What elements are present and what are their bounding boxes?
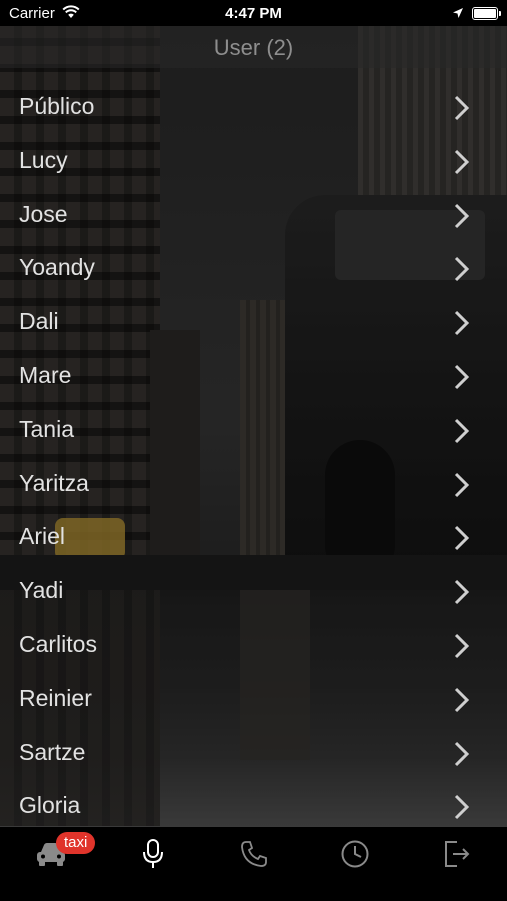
list-item[interactable]: Público: [0, 80, 507, 134]
tab-phone[interactable]: [234, 839, 274, 873]
chevron-right-icon: [452, 793, 472, 826]
clock-time: 4:47 PM: [225, 5, 282, 22]
user-name: Carlitos: [19, 630, 97, 657]
page-title: User (2): [213, 35, 294, 60]
list-item[interactable]: Dali: [0, 295, 507, 349]
tab-microphone[interactable]: [133, 838, 173, 875]
status-bar: Carrier 4:47 PM: [0, 0, 507, 26]
chevron-right-icon: [452, 632, 472, 665]
chevron-right-icon: [452, 309, 472, 342]
list-item[interactable]: Jose: [0, 188, 507, 242]
chevron-right-icon: [452, 578, 472, 611]
tab-logout[interactable]: [436, 839, 476, 873]
microphone-icon: [140, 838, 166, 875]
chevron-right-icon: [452, 202, 472, 235]
list-item[interactable]: Lucy: [0, 134, 507, 188]
user-name: Yaritza: [19, 469, 89, 496]
chevron-right-icon: [452, 363, 472, 396]
user-name: Ariel: [19, 523, 66, 550]
history-clock-icon: [340, 839, 370, 874]
chevron-right-icon: [452, 148, 472, 181]
chevron-right-icon: [452, 740, 472, 773]
chevron-right-icon: [452, 255, 472, 288]
list-item[interactable]: Sartze: [0, 726, 507, 780]
tab-history[interactable]: [335, 839, 375, 873]
user-name: Dali: [19, 308, 59, 335]
taxi-badge: taxi: [56, 832, 96, 854]
tab-bar: taxi: [0, 826, 507, 901]
user-name: Jose: [19, 200, 68, 227]
list-item[interactable]: Carlitos: [0, 618, 507, 672]
user-name: Sartze: [19, 738, 86, 765]
list-item[interactable]: Mare: [0, 349, 507, 403]
chevron-right-icon: [452, 524, 472, 557]
chevron-right-icon: [452, 94, 472, 127]
list-item[interactable]: Ariel: [0, 510, 507, 564]
user-name: Mare: [19, 361, 72, 388]
user-name: Yadi: [19, 577, 64, 604]
list-item[interactable]: Tania: [0, 403, 507, 457]
user-name: Tania: [19, 415, 74, 442]
user-name: Reinier: [19, 684, 92, 711]
battery-icon: [472, 7, 501, 20]
list-item[interactable]: Yadi: [0, 564, 507, 618]
user-name: Gloria: [19, 792, 81, 819]
list-item[interactable]: Reinier: [0, 672, 507, 726]
list-item[interactable]: Yaritza: [0, 457, 507, 511]
list-item[interactable]: Yoandy: [0, 241, 507, 295]
header-bar: User (2): [0, 26, 507, 68]
chevron-right-icon: [452, 686, 472, 719]
chevron-right-icon: [452, 471, 472, 504]
chevron-right-icon: [452, 417, 472, 450]
user-name: Yoandy: [19, 254, 95, 281]
user-name: Lucy: [19, 146, 68, 173]
user-list: Público Lucy Jose Yoandy Dali Mare Tania…: [0, 80, 507, 833]
logout-icon: [440, 838, 472, 875]
phone-icon: [239, 839, 269, 874]
location-arrow-icon: [452, 6, 464, 24]
user-name: Público: [19, 93, 95, 119]
